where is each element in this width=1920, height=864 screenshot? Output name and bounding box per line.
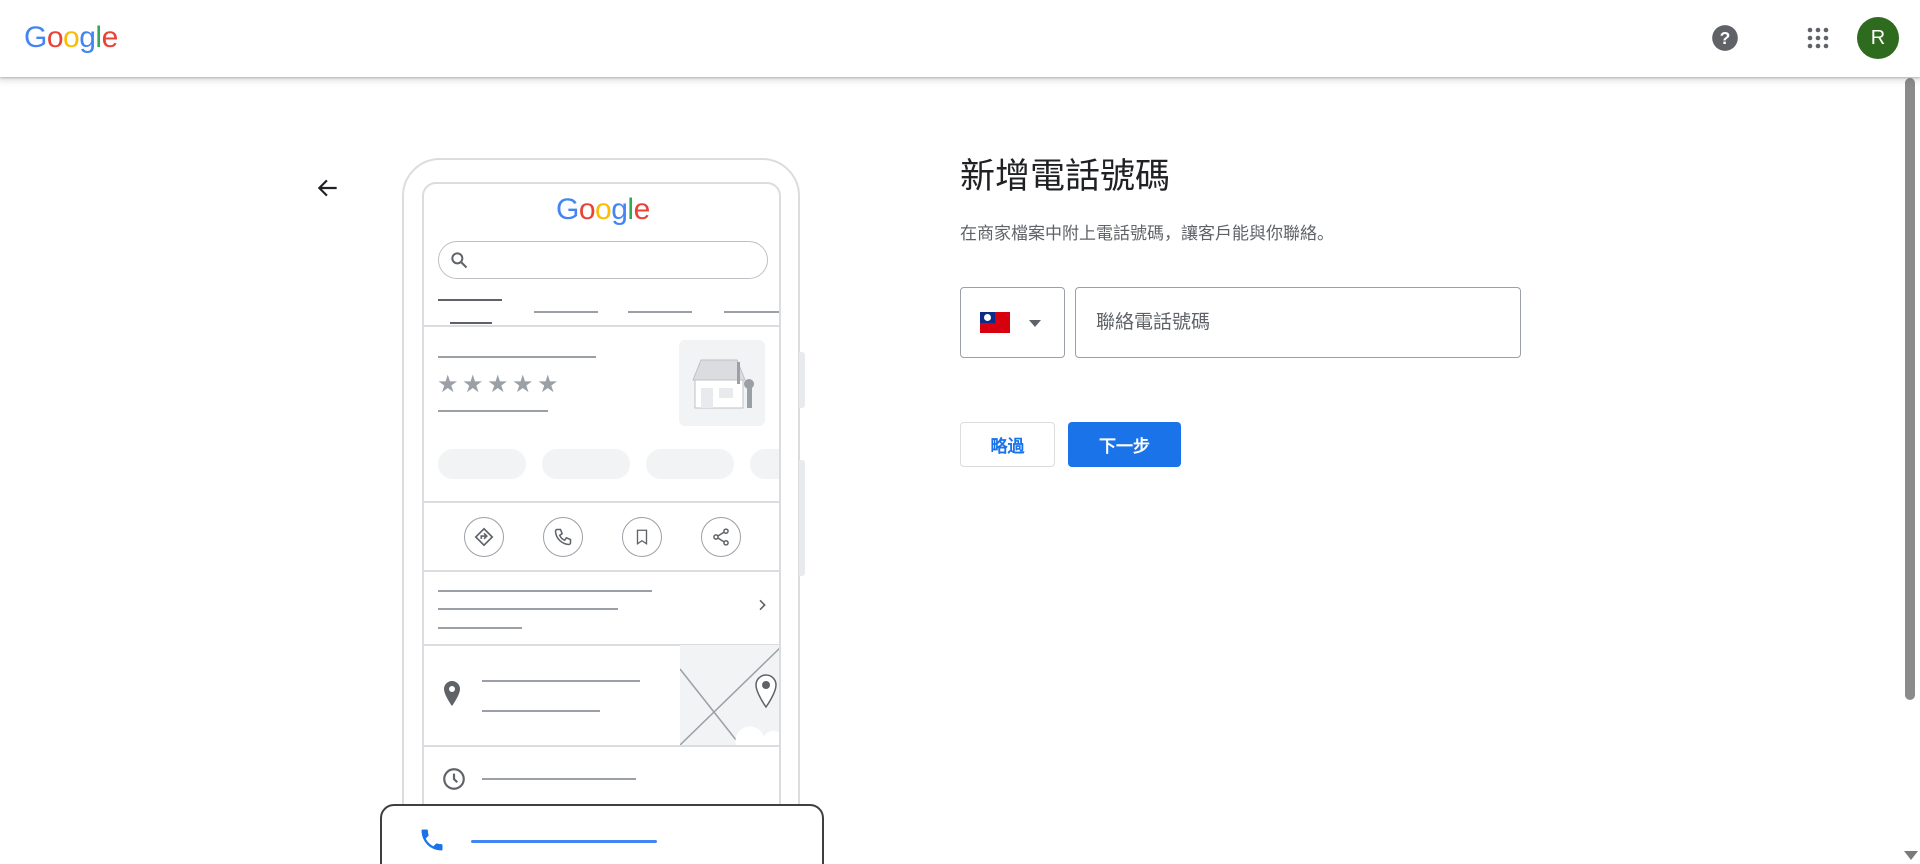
scroll-down-arrow-icon[interactable] bbox=[1904, 851, 1918, 860]
illustration-text-line bbox=[438, 356, 596, 358]
taiwan-flag-icon bbox=[980, 312, 1010, 333]
illustration-phone-line bbox=[471, 840, 657, 843]
storefront-image bbox=[679, 340, 765, 426]
arrow-back-icon bbox=[317, 179, 337, 197]
page-title: 新增電話號碼 bbox=[960, 157, 1171, 196]
illustration-divider bbox=[424, 745, 779, 747]
illustration-tab bbox=[534, 311, 598, 313]
illustration-text-line bbox=[482, 778, 636, 780]
share-icon bbox=[713, 528, 729, 546]
illustration-phone-card bbox=[380, 804, 824, 864]
location-pin-icon bbox=[444, 681, 460, 706]
phone-icon bbox=[421, 829, 443, 851]
call-action bbox=[543, 517, 583, 557]
directions-icon bbox=[474, 527, 494, 547]
star-icon: ★ bbox=[537, 371, 559, 398]
illustration-tab bbox=[724, 311, 779, 313]
clock-icon bbox=[443, 768, 465, 790]
search-icon bbox=[451, 252, 468, 269]
country-code-select[interactable] bbox=[960, 287, 1065, 358]
svg-text:?: ? bbox=[1720, 28, 1731, 48]
phone-side-button bbox=[799, 460, 805, 576]
caret-down-icon bbox=[1029, 320, 1041, 327]
star-icon: ★ bbox=[487, 371, 509, 398]
account-avatar[interactable]: R bbox=[1857, 17, 1899, 59]
apps-button[interactable] bbox=[1798, 18, 1838, 58]
phone-number-input[interactable] bbox=[1075, 287, 1521, 358]
illustration-chip bbox=[542, 449, 630, 479]
illustration-text-line bbox=[438, 590, 652, 592]
star-icon: ★ bbox=[512, 371, 534, 398]
share-action bbox=[701, 517, 741, 557]
avatar-letter: R bbox=[1870, 26, 1886, 49]
star-icon: ★ bbox=[462, 371, 484, 398]
storefront-icon bbox=[692, 359, 754, 409]
phone-icon bbox=[554, 528, 572, 546]
illustration-chip bbox=[646, 449, 734, 479]
phone-side-button bbox=[799, 352, 805, 408]
illustration-tab bbox=[438, 299, 502, 301]
google-logo[interactable]: Google bbox=[24, 18, 118, 58]
illustration-google-logo: Google bbox=[556, 193, 650, 226]
illustration-search-bar bbox=[438, 241, 768, 279]
page-subtitle: 在商家檔案中附上電話號碼，讓客戶能與你聯絡。 bbox=[960, 224, 1334, 243]
illustration-divider bbox=[424, 325, 779, 327]
help-button[interactable]: ? bbox=[1705, 18, 1745, 58]
save-action bbox=[622, 517, 662, 557]
next-button[interactable]: 下一步 bbox=[1068, 422, 1181, 467]
help-circle-icon: ? bbox=[1712, 25, 1738, 51]
back-button[interactable] bbox=[310, 170, 346, 206]
illustration-map bbox=[679, 645, 779, 746]
chevron-right-icon bbox=[759, 599, 766, 611]
illustration-text-line bbox=[438, 410, 548, 412]
illustration-chip bbox=[750, 449, 779, 479]
map-icon bbox=[679, 647, 779, 746]
star-icon: ★ bbox=[437, 371, 459, 398]
skip-button[interactable]: 略過 bbox=[960, 422, 1055, 467]
app-header: Google ? R bbox=[0, 0, 1920, 77]
illustration-divider bbox=[424, 501, 779, 503]
illustration-tab bbox=[628, 311, 692, 313]
illustration-text-line bbox=[482, 710, 600, 712]
directions-action bbox=[464, 517, 504, 557]
illustration-text-line bbox=[438, 627, 522, 629]
illustration-text-line bbox=[438, 608, 618, 610]
illustration-text-line bbox=[482, 680, 640, 682]
bookmark-icon bbox=[636, 529, 648, 546]
apps-grid-icon bbox=[1807, 27, 1829, 49]
illustration-tab bbox=[450, 322, 492, 324]
illustration-divider bbox=[424, 570, 779, 572]
illustration-chip bbox=[438, 449, 526, 479]
scrollbar-thumb[interactable] bbox=[1905, 78, 1915, 700]
phone-screen: Google ★ ★ ★ ★ ★ bbox=[422, 182, 781, 864]
